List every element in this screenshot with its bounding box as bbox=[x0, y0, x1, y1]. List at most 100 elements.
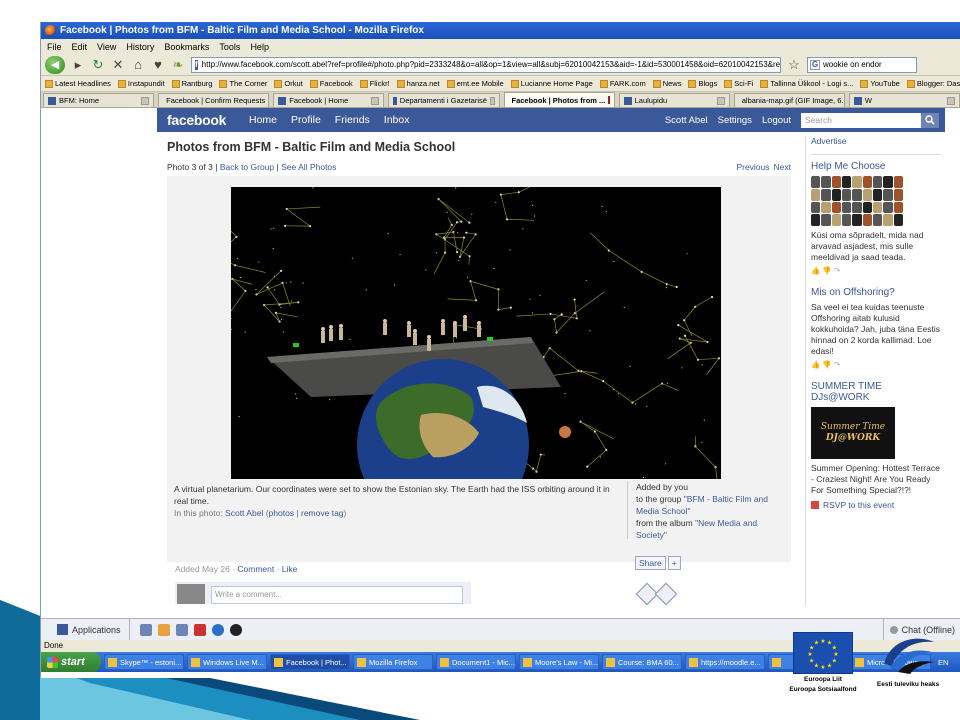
thumbs-icon[interactable]: 👍 👎 ↷ bbox=[811, 266, 941, 275]
eye-icon[interactable] bbox=[229, 623, 242, 636]
menu-file[interactable]: File bbox=[47, 42, 62, 52]
bookmark-item[interactable]: Lucianne Home Page bbox=[510, 79, 593, 88]
share-button[interactable]: Share bbox=[635, 556, 666, 570]
taskbar-button[interactable]: https://moodle.e... bbox=[685, 654, 765, 670]
tab-close-icon[interactable] bbox=[268, 96, 269, 105]
photo[interactable] bbox=[231, 187, 721, 479]
taskbar-button[interactable]: Moore's Law - Mi... bbox=[519, 654, 599, 670]
thumbs-icon[interactable]: 👍 👎 ↷ bbox=[811, 360, 941, 369]
tab-close-icon[interactable] bbox=[716, 96, 725, 105]
forward-icon[interactable]: ▸ bbox=[71, 57, 85, 73]
logout-link[interactable]: Logout bbox=[762, 115, 791, 126]
taskbar-button[interactable]: Course: BMA 60... bbox=[602, 654, 682, 670]
taskbar-button[interactable]: Document1 - Mic... bbox=[436, 654, 516, 670]
tab-close-icon[interactable] bbox=[947, 96, 955, 105]
advertise-link[interactable]: Advertise bbox=[811, 136, 941, 155]
facebook-logo[interactable]: facebook bbox=[167, 112, 249, 128]
bookmark-item[interactable]: Rantburg bbox=[171, 79, 212, 88]
comment-input[interactable]: Write a comment... bbox=[211, 586, 463, 604]
menu-history[interactable]: History bbox=[126, 42, 154, 52]
menu-bookmarks[interactable]: Bookmarks bbox=[164, 42, 209, 52]
ad-image[interactable]: Summer Time DJ@WORK bbox=[811, 407, 895, 459]
browser-tab[interactable]: W bbox=[848, 93, 960, 107]
photos-link[interactable]: photos bbox=[269, 508, 295, 518]
tab-close-icon[interactable] bbox=[608, 96, 611, 104]
search-button[interactable] bbox=[921, 112, 939, 128]
comment-link[interactable]: Comment bbox=[237, 564, 274, 574]
star-icon[interactable]: ☆ bbox=[787, 57, 801, 73]
ad-offshoring[interactable]: Mis on Offshoring? Sa veel ei tea kuidas… bbox=[811, 287, 941, 369]
taskbar-button[interactable]: Skype™ - estoni... bbox=[104, 654, 184, 670]
browser-tab[interactable]: Facebook | Confirm Requests bbox=[158, 93, 270, 107]
reload-icon[interactable]: ↻ bbox=[91, 57, 105, 73]
tab-close-icon[interactable] bbox=[371, 96, 380, 105]
remove-tag-link[interactable]: remove tag bbox=[301, 508, 344, 518]
tab-close-icon[interactable] bbox=[141, 96, 150, 105]
ad-title[interactable]: Help Me Choose bbox=[811, 161, 941, 172]
tagged-user-link[interactable]: Scott Abel bbox=[225, 508, 263, 518]
next-link[interactable]: Next bbox=[774, 162, 791, 172]
menu-tools[interactable]: Tools bbox=[219, 42, 240, 52]
browser-tab[interactable]: Departamenti i Gazetarisë bbox=[388, 93, 500, 107]
bookmark-item[interactable]: Blogs bbox=[688, 79, 717, 88]
user-name-link[interactable]: Scott Abel bbox=[665, 115, 708, 126]
nav-inbox[interactable]: Inbox bbox=[384, 114, 410, 126]
previous-link[interactable]: Previous bbox=[736, 162, 769, 172]
share-plus-button[interactable]: + bbox=[667, 556, 681, 570]
ad-title[interactable]: Mis on Offshoring? bbox=[811, 287, 941, 298]
bookmark-item[interactable]: FARK.com bbox=[599, 79, 646, 88]
bookmark-item[interactable]: emt.ee Mobile bbox=[446, 79, 504, 88]
bookmark-item[interactable]: Facebook bbox=[309, 79, 353, 88]
bookmark-item[interactable]: Flickr! bbox=[359, 79, 390, 88]
ad-summer-time[interactable]: SUMMER TIME DJs@WORK Summer Time DJ@WORK… bbox=[811, 381, 941, 510]
taskbar-button[interactable]: Windows Live M... bbox=[187, 654, 267, 670]
rsvp-link[interactable]: RSVP to this event bbox=[811, 500, 941, 510]
photos-icon[interactable] bbox=[157, 623, 170, 636]
ad-title[interactable]: SUMMER TIME DJs@WORK bbox=[811, 381, 941, 403]
bookmark-item[interactable]: Blogger: Dashboard bbox=[906, 79, 960, 88]
like-link[interactable]: Like bbox=[282, 564, 298, 574]
calendar-icon[interactable] bbox=[193, 623, 206, 636]
applications-button[interactable]: Applications bbox=[41, 618, 130, 641]
bookmark-item[interactable]: hanza.net bbox=[396, 79, 440, 88]
home-icon[interactable]: ⌂ bbox=[131, 57, 145, 72]
ad-image[interactable] bbox=[811, 176, 903, 226]
taskbar-button[interactable]: Facebook | Phot... bbox=[270, 654, 350, 670]
groups-icon[interactable] bbox=[175, 623, 188, 636]
bookmark-item[interactable]: Instapundit bbox=[117, 79, 165, 88]
feather-icon[interactable]: ❧ bbox=[171, 57, 185, 73]
menu-view[interactable]: View bbox=[97, 42, 116, 52]
address-bar[interactable]: f http://www.facebook.com/scott.abel?ref… bbox=[191, 56, 781, 73]
browser-tab[interactable]: Facebook | Photos from ... bbox=[503, 92, 615, 107]
settings-link[interactable]: Settings bbox=[718, 115, 752, 126]
back-button[interactable]: ◀ bbox=[45, 55, 65, 74]
start-button[interactable]: start bbox=[41, 652, 101, 672]
browser-tab[interactable]: albania-map.gif (GIF Image, 6... bbox=[733, 93, 845, 107]
browser-tab[interactable]: BFM: Home bbox=[43, 93, 155, 107]
stop-icon[interactable]: ✕ bbox=[111, 57, 125, 73]
menu-edit[interactable]: Edit bbox=[72, 42, 88, 52]
browser-tab[interactable]: Facebook | Home bbox=[273, 93, 385, 107]
bookmark-item[interactable]: Orkut bbox=[274, 79, 303, 88]
ad-help-me-choose[interactable]: Help Me Choose Küsi oma sõpradelt, mida … bbox=[811, 161, 941, 275]
bookmark-icon[interactable]: ♥ bbox=[151, 57, 165, 72]
bookmark-item[interactable]: Sci-Fi bbox=[724, 79, 753, 88]
friends-icon[interactable] bbox=[139, 623, 152, 636]
menu-help[interactable]: Help bbox=[250, 42, 269, 52]
globe-icon[interactable] bbox=[211, 623, 224, 636]
see-all-photos-link[interactable]: See All Photos bbox=[281, 162, 336, 172]
window-title-bar[interactable]: Facebook | Photos from BFM - Baltic Film… bbox=[41, 22, 960, 39]
bookmark-item[interactable]: Tallinna Ülikool - Logi s... bbox=[760, 79, 853, 88]
browser-tab[interactable]: Laulupidu bbox=[618, 93, 730, 107]
taskbar-button[interactable]: Mozilla Firefox bbox=[353, 654, 433, 670]
nav-profile[interactable]: Profile bbox=[291, 114, 321, 126]
bookmark-item[interactable]: Latest Headlines bbox=[45, 79, 111, 88]
nav-home[interactable]: Home bbox=[249, 114, 277, 126]
bookmark-item[interactable]: The Corner bbox=[219, 79, 267, 88]
bookmark-item[interactable]: News bbox=[652, 79, 681, 88]
tab-close-icon[interactable] bbox=[489, 96, 495, 105]
search-field[interactable]: G wookie on endor bbox=[807, 56, 917, 73]
back-to-group-link[interactable]: Back to Group bbox=[220, 162, 274, 172]
nav-friends[interactable]: Friends bbox=[335, 114, 370, 126]
bookmark-item[interactable]: YouTube bbox=[860, 79, 900, 88]
